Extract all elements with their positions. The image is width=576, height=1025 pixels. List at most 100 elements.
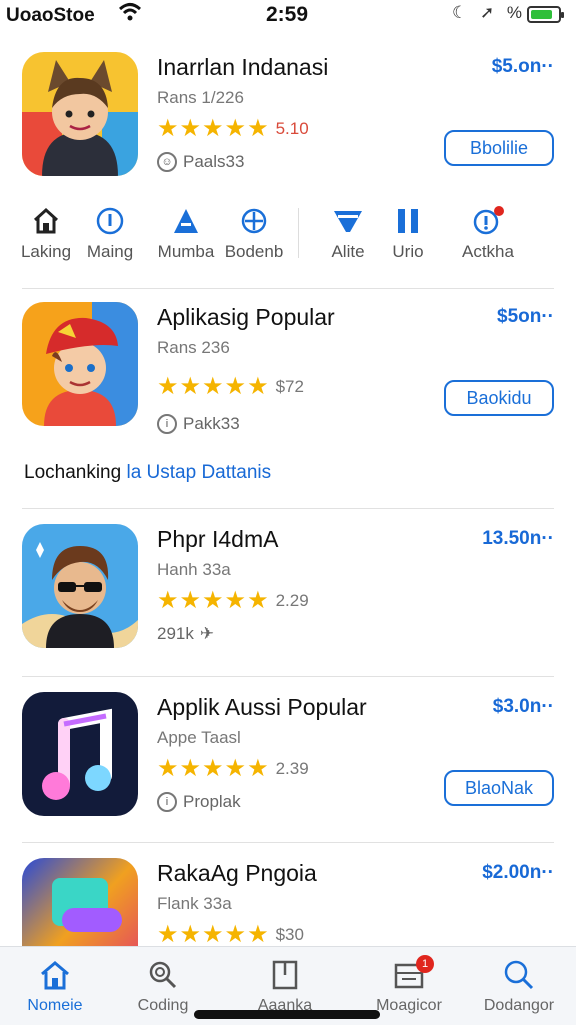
battery-icon xyxy=(527,6,564,23)
app-list-item[interactable]: Applik Aussi Popular Appe Taasl ★ ★ ★ ★ ★ 2.… xyxy=(0,692,576,822)
app-name: Phpr I4dmA xyxy=(157,526,279,552)
tab-aaanka[interactable]: Aaanka xyxy=(230,957,340,1015)
divider xyxy=(22,508,554,509)
divider xyxy=(22,842,554,843)
book-icon xyxy=(230,957,340,993)
tab-dodangor[interactable]: Dodangor xyxy=(464,957,574,1015)
rating-value: $72 xyxy=(275,377,304,396)
app-subtitle: Appe Taasl xyxy=(157,728,241,747)
person-icon: ☺ xyxy=(157,152,177,172)
star-icon: ★ xyxy=(157,373,179,400)
category-label: Bodenb xyxy=(224,242,284,261)
crosshair-icon xyxy=(212,204,296,238)
category-label: Urio xyxy=(392,242,424,261)
inbox-icon: 1 xyxy=(354,955,464,993)
star-rating: ★ ★ ★ ★ ★ xyxy=(157,117,270,141)
category-row: Laking Maing Mumba Bodenb Alite Urio Act… xyxy=(0,204,576,268)
star-icon: ★ xyxy=(247,115,269,142)
app-subtitle: Hanh 33a xyxy=(157,560,231,579)
price-label: 13.50n·· xyxy=(482,528,554,549)
category-urio[interactable]: Urio xyxy=(366,204,450,262)
pause-icon xyxy=(366,204,450,238)
divider xyxy=(22,288,554,289)
rating-row: ★ ★ ★ ★ ★ $72 xyxy=(157,374,304,400)
star-icon: ★ xyxy=(157,115,179,142)
price-label: $5on·· xyxy=(497,306,554,327)
star-rating: ★ ★ ★ ★ ★ xyxy=(157,589,270,613)
star-icon: ★ xyxy=(247,755,269,782)
category-label: Actkha xyxy=(462,242,514,261)
app-meta: i Pakk33 xyxy=(157,414,240,434)
app-list-item[interactable]: RakaAg Pngoia Flank 33a ★ ★ ★ ★ ★ $30 $2.00n… xyxy=(0,858,576,946)
rating-row: ★ ★ ★ ★ ★ $30 xyxy=(157,921,304,947)
star-icon: ★ xyxy=(224,921,247,947)
app-meta: ☺ Paals33 xyxy=(157,152,244,172)
star-icon: ★ xyxy=(247,373,269,400)
status-icons: ☾ ➚ % xyxy=(452,3,527,22)
app-meta-label: Pakk33 xyxy=(183,414,240,433)
app-meta-label: 291k xyxy=(157,624,194,643)
rating-row: ★ ★ ★ ★ ★ 2.29 xyxy=(157,588,309,614)
search-icon xyxy=(464,957,574,993)
app-meta: 291k ✈ xyxy=(157,624,214,644)
home-indicator xyxy=(194,1010,380,1019)
home-icon xyxy=(0,957,110,993)
app-list-item[interactable]: Aplikasig Popular Rans 236 ★ ★ ★ ★ ★ $72 i P… xyxy=(0,302,576,434)
tab-moagicor[interactable]: 1 Moagicor xyxy=(354,955,464,1015)
price-label: $2.00n·· xyxy=(482,862,554,883)
star-icon: ★ xyxy=(202,115,224,142)
app-list-item[interactable]: Inarrlan Indanasi Rans 1/226 ★ ★ ★ ★ ★ 5.10 … xyxy=(0,52,576,182)
notification-badge: 1 xyxy=(416,955,434,973)
tab-home[interactable]: Nomeie xyxy=(0,957,110,1015)
star-icon: ★ xyxy=(179,587,202,614)
info-icon xyxy=(68,204,152,238)
alert-icon xyxy=(446,204,530,238)
app-name: Inarrlan Indanasi xyxy=(157,54,329,80)
tab-label: Dodangor xyxy=(483,997,555,1014)
get-button[interactable]: Bbolilie xyxy=(444,130,554,166)
status-time: 2:59 xyxy=(266,3,309,26)
get-button[interactable]: Baokidu xyxy=(444,380,554,416)
category-actkha[interactable]: Actkha xyxy=(446,204,530,262)
section-link[interactable]: Lochanking la Ustap Dattanis xyxy=(24,462,271,484)
app-name: Applik Aussi Popular xyxy=(157,694,367,720)
app-icon-avatar-hat xyxy=(22,302,138,426)
carrier-label: UoaoStoe xyxy=(6,5,95,26)
star-icon: ★ xyxy=(157,921,179,947)
divider xyxy=(298,208,299,258)
search-icon xyxy=(108,957,218,993)
divider xyxy=(22,676,554,677)
app-name: Aplikasig Popular xyxy=(157,304,335,330)
star-icon: ★ xyxy=(157,755,179,782)
star-icon: ★ xyxy=(179,921,202,947)
price-label: $5.on·· xyxy=(491,56,554,77)
rating-value: $30 xyxy=(275,925,304,944)
app-subtitle: Rans 236 xyxy=(157,338,230,357)
app-list-item[interactable]: Phpr I4dmA Hanh 33a ★ ★ ★ ★ ★ 2.29 291k ✈ 13… xyxy=(0,524,576,654)
star-icon: ★ xyxy=(202,373,224,400)
star-rating: ★ ★ ★ ★ ★ xyxy=(157,921,270,947)
rating-row: ★ ★ ★ ★ ★ 5.10 xyxy=(157,116,309,142)
app-name: RakaAg Pngoia xyxy=(157,860,317,886)
star-icon: ★ xyxy=(247,921,269,947)
section-link-prefix: Lochanking xyxy=(24,462,127,483)
star-icon: ★ xyxy=(202,587,224,614)
app-meta: i Proplak xyxy=(157,792,241,812)
rating-value: 5.10 xyxy=(275,119,309,138)
star-icon: ★ xyxy=(224,755,247,782)
star-icon: ★ xyxy=(224,373,247,400)
category-maing[interactable]: Maing xyxy=(68,204,152,262)
get-button[interactable]: BlaoNak xyxy=(444,770,554,806)
app-subtitle: Flank 33a xyxy=(157,894,232,913)
tab-coding[interactable]: Coding xyxy=(108,957,218,1015)
app-meta-label: Proplak xyxy=(183,792,241,811)
star-icon: ★ xyxy=(247,587,269,614)
star-icon: ★ xyxy=(179,755,202,782)
category-bodenb[interactable]: Bodenb xyxy=(212,204,296,262)
app-icon-avatar-sunglasses xyxy=(22,524,138,648)
star-icon: ★ xyxy=(224,587,247,614)
rating-value: 2.39 xyxy=(275,759,309,778)
star-icon: ★ xyxy=(202,921,224,947)
star-rating: ★ ★ ★ ★ ★ xyxy=(157,757,270,781)
app-icon-music-note xyxy=(22,692,138,816)
